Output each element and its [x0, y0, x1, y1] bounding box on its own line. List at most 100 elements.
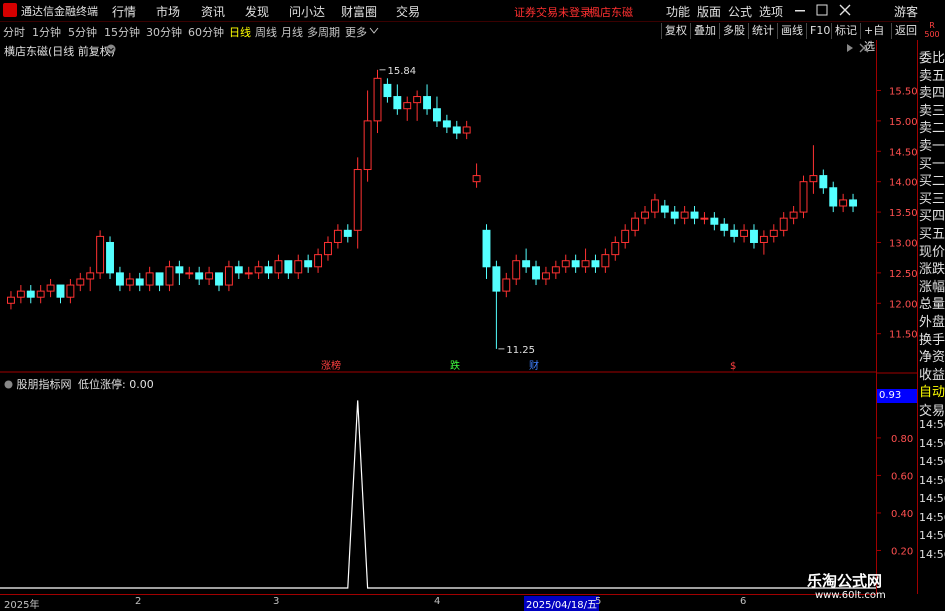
menu-item-shichang[interactable]: 市场	[156, 3, 180, 20]
side-panel-item[interactable]: 收益	[919, 364, 945, 383]
menu-item-xuanxiang[interactable]: 选项	[759, 3, 783, 20]
candle-body	[611, 241, 620, 256]
period-monthly[interactable]: 月线	[281, 24, 303, 40]
toolbar-f10[interactable]: F10	[806, 23, 834, 39]
side-panel-item[interactable]: 总量	[919, 293, 945, 312]
side-panel-item[interactable]: 涨幅	[919, 276, 945, 295]
side-panel-item[interactable]: 交易	[919, 400, 945, 419]
candle	[145, 266, 154, 292]
side-panel-item[interactable]: 14:56	[919, 529, 945, 542]
period-30min[interactable]: 30分钟	[146, 24, 182, 40]
side-panel-item[interactable]: 14:56	[919, 474, 945, 487]
menu-item-jiaoyi[interactable]: 交易	[396, 3, 420, 20]
side-panel-item[interactable]: 14:56	[919, 455, 945, 468]
chart-settings-icon[interactable]	[847, 44, 853, 52]
side-panel-item[interactable]: 买二	[919, 170, 945, 189]
candle-body	[522, 260, 531, 268]
close-icon[interactable]	[839, 4, 851, 16]
indicator-tick-label: 0.20	[891, 546, 913, 557]
candlestick-chart[interactable]: 15.84 11.25 涨榜 跌 财 $	[0, 40, 876, 373]
side-panel-item[interactable]: 委比	[919, 47, 945, 66]
candle-body	[115, 272, 124, 286]
corner-badge-line2: 500	[924, 30, 940, 39]
period-daily[interactable]: 日线	[229, 24, 251, 40]
candle	[591, 254, 600, 273]
indicator-chart[interactable]	[0, 373, 876, 594]
indicator-menu-icon[interactable]	[4, 380, 13, 389]
side-panel-item[interactable]: 14:56	[919, 511, 945, 524]
toolbar-back[interactable]: 返回	[891, 23, 921, 39]
candle-body	[581, 260, 590, 268]
side-panel-item[interactable]: 卖一	[919, 135, 945, 154]
chart-menu-icon[interactable]	[106, 44, 116, 54]
candle	[492, 260, 501, 349]
guest-user[interactable]: 游客	[894, 3, 918, 20]
maximize-icon[interactable]	[816, 4, 828, 16]
candle	[294, 254, 303, 279]
menu-item-zixun[interactable]: 资讯	[201, 3, 225, 20]
candle	[690, 206, 699, 225]
candle-body	[106, 241, 114, 274]
side-panel-item[interactable]: 14:56	[919, 548, 945, 561]
side-panel-item[interactable]: 自动	[919, 381, 945, 400]
menu-item-caifuquan[interactable]: 财富圈	[341, 3, 377, 20]
side-panel-item[interactable]: 买三	[919, 188, 945, 207]
chevron-down-icon[interactable]	[369, 27, 379, 35]
candle-body	[383, 83, 392, 98]
period-fenshi[interactable]: 分时	[3, 24, 25, 40]
toolbar-diejia[interactable]: 叠加	[690, 23, 722, 39]
period-15min[interactable]: 15分钟	[104, 24, 140, 40]
toolbar-huaxian[interactable]: 画线	[777, 23, 809, 39]
candle	[621, 224, 630, 249]
period-60min[interactable]: 60分钟	[188, 24, 224, 40]
menu-item-gongneng[interactable]: 功能	[666, 3, 690, 20]
side-panel-item[interactable]: 净资	[919, 346, 945, 365]
period-more[interactable]: 更多	[345, 24, 367, 40]
candle-body	[324, 241, 332, 256]
side-panel-item[interactable]: 买五	[919, 223, 945, 242]
side-panel-item[interactable]: 14:56	[919, 418, 945, 431]
date-label: 5	[595, 596, 602, 607]
toolbar-biaoji[interactable]: 标记	[831, 23, 863, 39]
minimize-icon[interactable]	[795, 10, 805, 12]
candle-body	[125, 278, 134, 286]
side-panel-item[interactable]: 14:56	[919, 437, 945, 450]
candle	[720, 218, 729, 237]
side-panel-item[interactable]: 现价	[919, 241, 945, 260]
candle-body	[224, 266, 233, 286]
menu-item-banmian[interactable]: 版面	[697, 3, 721, 20]
side-panel-item[interactable]: 外盘	[919, 311, 945, 330]
side-panel-item[interactable]: 卖五	[919, 65, 945, 84]
candle	[413, 90, 422, 121]
side-panel-item[interactable]: 卖四	[919, 82, 945, 101]
side-panel-item[interactable]: 卖三	[919, 100, 945, 119]
side-panel-item[interactable]: 卖二	[919, 117, 945, 136]
menu-item-wenxiaoda[interactable]: 问小达	[289, 3, 325, 20]
period-1min[interactable]: 1分钟	[32, 24, 61, 40]
trade-login-notice[interactable]: 证券交易未登录	[514, 4, 591, 20]
side-panel-item[interactable]: 换手	[919, 329, 945, 348]
side-panel-item[interactable]: 买一	[919, 153, 945, 172]
toolbar-add-watchlist[interactable]: +自选	[860, 23, 894, 53]
candle	[36, 285, 45, 304]
side-panel-item[interactable]: 14:56	[919, 492, 945, 505]
toolbar-tongji[interactable]: 统计	[748, 23, 780, 39]
candle-body	[215, 272, 223, 286]
candle-body	[601, 254, 610, 268]
price-tick-label: 11.50	[889, 330, 918, 341]
side-panel-item[interactable]: 涨跌	[919, 258, 945, 277]
toolbar-duogu[interactable]: 多股	[719, 23, 751, 39]
menu-item-hangqing[interactable]: 行情	[112, 3, 136, 20]
menu-item-gongshi[interactable]: 公式	[728, 3, 752, 20]
toolbar-fuquan[interactable]: 复权	[661, 23, 693, 39]
side-panel-item[interactable]: 买四	[919, 205, 945, 224]
chart-close-icon[interactable]	[859, 43, 869, 53]
period-5min[interactable]: 5分钟	[68, 24, 97, 40]
period-multi[interactable]: 多周期	[307, 24, 340, 40]
candle-body	[839, 199, 848, 207]
candle	[244, 266, 253, 279]
period-weekly[interactable]: 周线	[255, 24, 277, 40]
menu-item-faxian[interactable]: 发现	[245, 3, 269, 20]
candle-body	[46, 284, 55, 292]
date-label: 4	[434, 596, 441, 607]
